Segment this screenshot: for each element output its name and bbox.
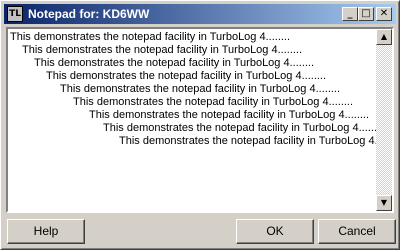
notepad-line: This demonstrates the notepad facility i… [103, 122, 378, 134]
notepad-window: TL Notepad for: KD6WW _ □ ✕ This demonst… [0, 0, 400, 250]
notepad-line: This demonstrates the notepad facility i… [10, 31, 291, 43]
vertical-scrollbar[interactable]: ▲ ▼ [376, 29, 392, 211]
notepad-line: This demonstrates the notepad facility i… [119, 135, 378, 147]
notepad-line: This demonstrates the notepad facility i… [89, 109, 370, 121]
notepad-line: This demonstrates the notepad facility i… [46, 70, 327, 82]
notepad-line: This demonstrates the notepad facility i… [60, 83, 341, 95]
title-bar[interactable]: TL Notepad for: KD6WW _ □ ✕ [4, 4, 396, 24]
window-title: Notepad for: KD6WW [28, 7, 150, 21]
scroll-up-arrow-icon[interactable]: ▲ [376, 29, 392, 45]
maximize-button[interactable]: □ [358, 7, 374, 21]
cancel-button[interactable]: Cancel [318, 219, 396, 244]
notepad-line: This demonstrates the notepad facility i… [22, 44, 303, 56]
notepad-text-area[interactable]: This demonstrates the notepad facility i… [6, 27, 394, 213]
notepad-line: This demonstrates the notepad facility i… [73, 96, 354, 108]
ok-button[interactable]: OK [236, 219, 314, 244]
minimize-button[interactable]: _ [342, 7, 358, 21]
turbolog-app-icon[interactable]: TL [7, 6, 23, 22]
help-button[interactable]: Help [7, 219, 85, 244]
close-button[interactable]: ✕ [376, 7, 392, 21]
scroll-down-arrow-icon[interactable]: ▼ [376, 195, 392, 211]
notepad-lines: This demonstrates the notepad facility i… [10, 31, 378, 148]
notepad-line: This demonstrates the notepad facility i… [34, 57, 315, 69]
